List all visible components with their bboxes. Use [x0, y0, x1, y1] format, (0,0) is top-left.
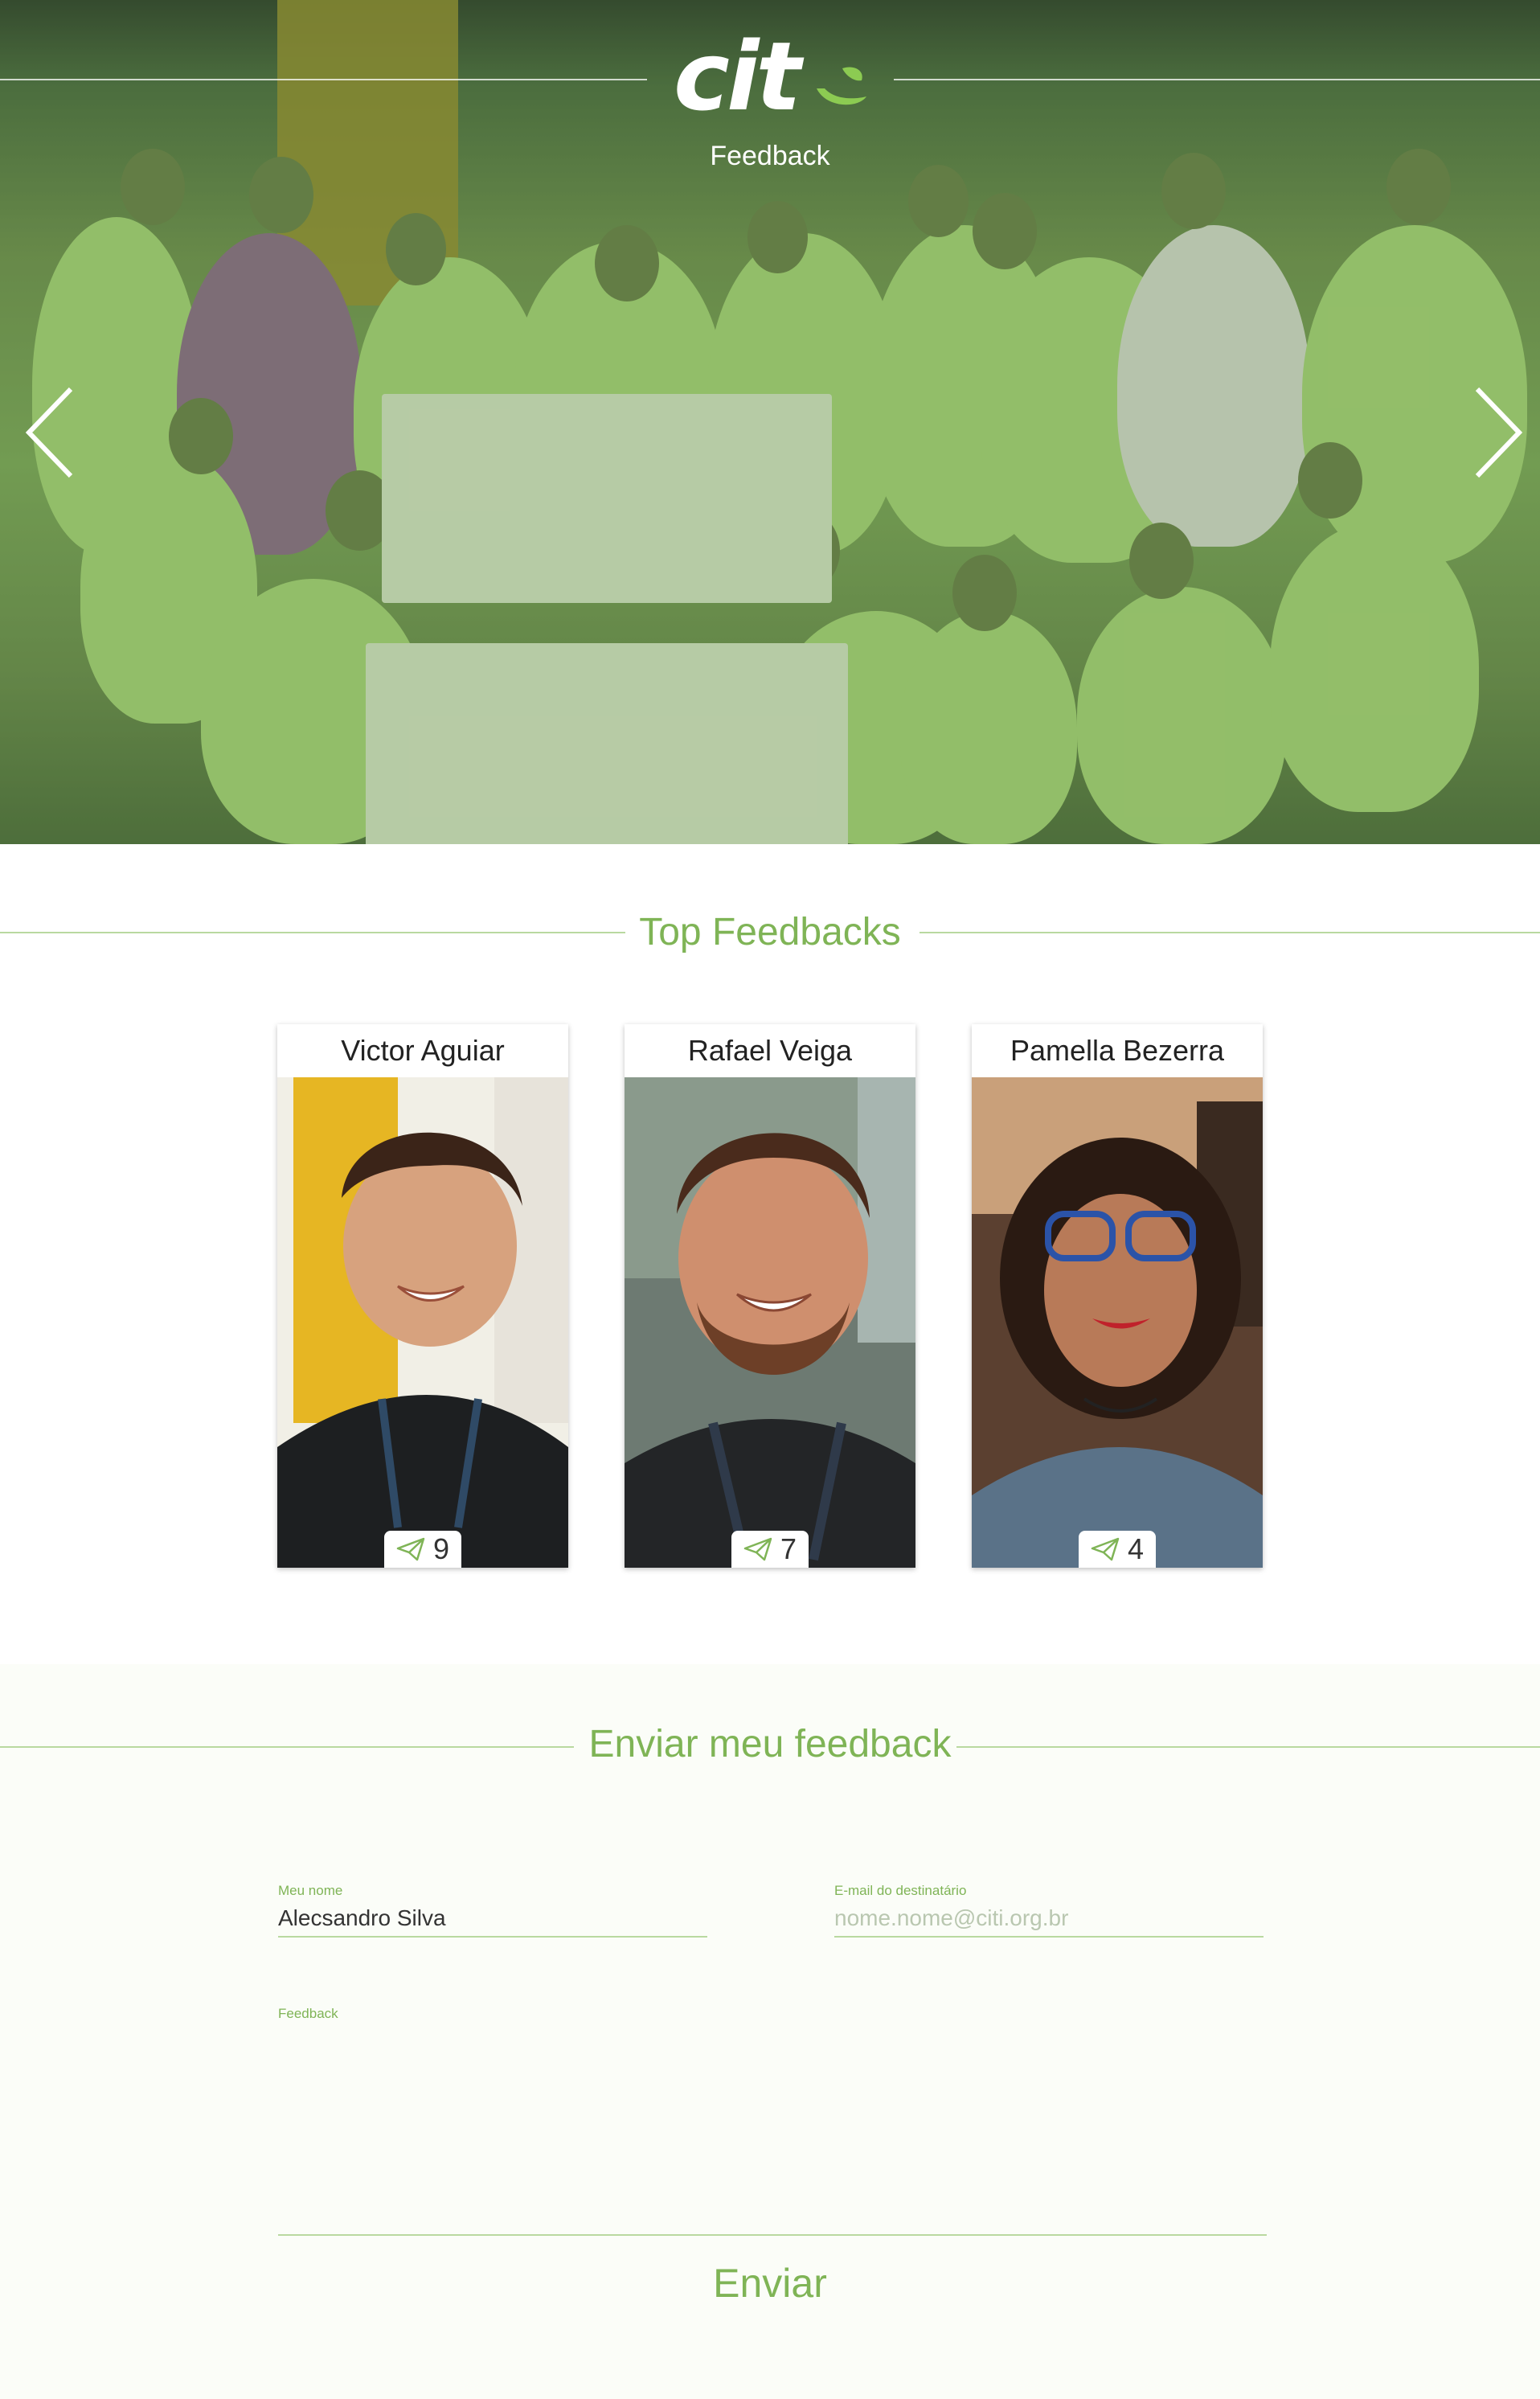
submit-button[interactable]: Enviar: [659, 2251, 881, 2315]
card-person-name: Pamella Bezerra: [1010, 1034, 1225, 1067]
feedback-count-badge: 7: [731, 1531, 809, 1568]
card-person-name: Rafael Veiga: [687, 1034, 853, 1067]
chevron-right-icon: [1475, 387, 1523, 478]
section-divider-right: [919, 932, 1540, 933]
hero-banner: cit Feedback: [0, 0, 1540, 844]
chevron-left-icon: [25, 387, 73, 478]
feedback-label: Feedback: [278, 2006, 338, 2021]
feedback-card[interactable]: Victor Aguiar 9: [277, 1024, 568, 1568]
paper-plane-icon: [396, 1537, 425, 1561]
form-title: Enviar meu feedback: [588, 1723, 952, 1765]
person-photo: [972, 1077, 1263, 1568]
paper-plane-icon: [1091, 1537, 1120, 1561]
person-photo: [625, 1077, 915, 1568]
person-photo: [277, 1077, 568, 1568]
top-feedbacks-title: Top Feedbacks: [639, 911, 901, 953]
carousel-next-button[interactable]: [1469, 384, 1526, 481]
form-divider-left: [0, 1746, 574, 1748]
feedback-count: 7: [780, 1532, 797, 1565]
app-subtitle: Feedback: [710, 141, 830, 171]
email-label: E-mail do destinatário: [834, 1883, 967, 1898]
feedback-card[interactable]: Pamella Bezerra 4: [972, 1024, 1263, 1568]
citi-logo: cit: [674, 24, 866, 137]
logo-text: cit: [674, 21, 801, 132]
feedback-textarea[interactable]: [278, 2030, 1267, 2236]
leaf-icon: [817, 67, 866, 105]
feedback-count-badge: 9: [384, 1531, 461, 1568]
feedback-count-badge: 4: [1079, 1531, 1156, 1568]
carousel-prev-button[interactable]: [23, 384, 79, 481]
hero-divider-left: [0, 79, 647, 80]
card-person-name: Victor Aguiar: [341, 1034, 505, 1067]
feedback-count: 9: [432, 1532, 450, 1565]
section-divider-left: [0, 932, 625, 933]
feedback-card[interactable]: Rafael Veiga 7: [625, 1024, 915, 1568]
form-divider-right: [956, 1746, 1540, 1748]
name-input[interactable]: [278, 1905, 707, 1938]
name-label: Meu nome: [278, 1883, 343, 1898]
email-input[interactable]: [834, 1905, 1264, 1938]
feedback-count: 4: [1127, 1532, 1145, 1565]
hero-divider-right: [894, 79, 1540, 80]
paper-plane-icon: [743, 1537, 772, 1561]
